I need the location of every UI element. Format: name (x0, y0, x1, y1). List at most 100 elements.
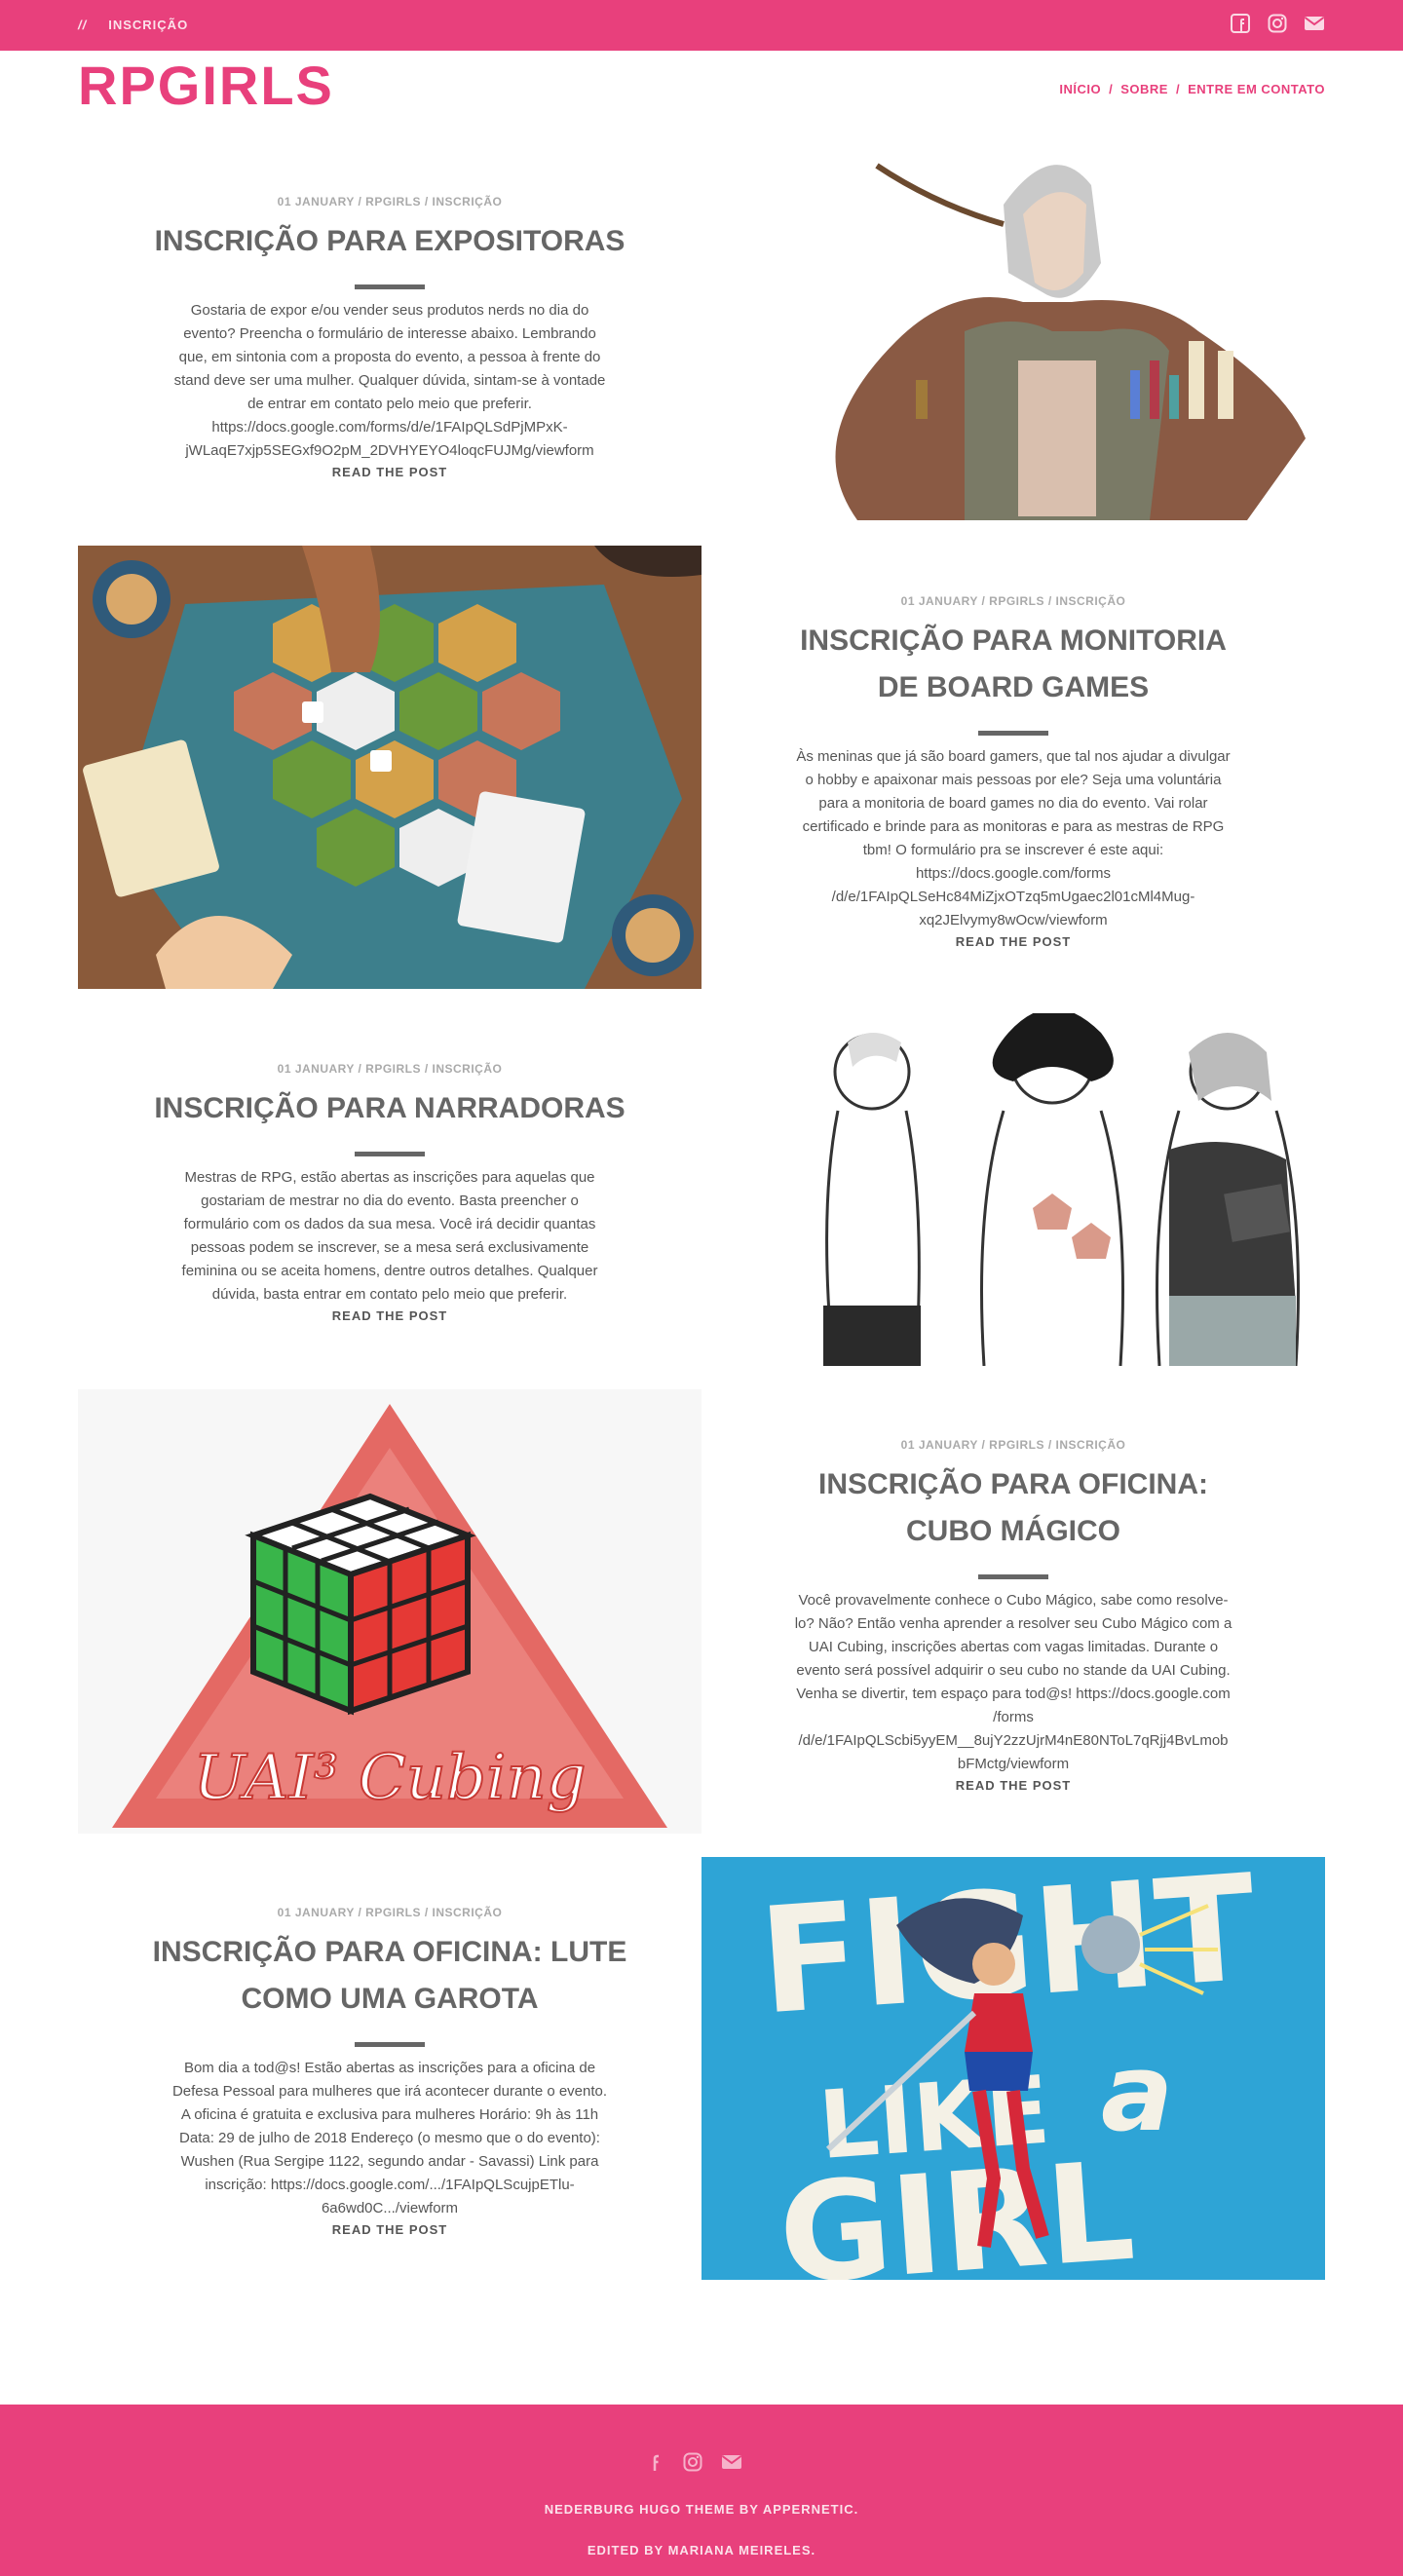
post-meta[interactable]: 01 JANUARY / RPGIRLS / INSCRIÇÃO (78, 195, 702, 208)
email-icon[interactable] (1304, 13, 1325, 34)
post-board-games: 01 JANUARY / RPGIRLS / INSCRIÇÃO INSCRIÇ… (740, 594, 1286, 949)
post-image-expositoras[interactable] (779, 146, 1325, 520)
post-lute-como-garota: 01 JANUARY / RPGIRLS / INSCRIÇÃO INSCRIÇ… (78, 1906, 702, 2237)
excerpt-line: tbm! O formulário pra se inscrever é est… (862, 842, 1164, 858)
excerpt-line: bFMctg/viewform (957, 1756, 1070, 1772)
post-meta[interactable]: 01 JANUARY / RPGIRLS / INSCRIÇÃO (78, 1062, 702, 1076)
excerpt-line: A oficina é gratuita e exclusiva para mu… (180, 2106, 599, 2123)
title-divider (355, 1152, 425, 1156)
poster-word-girl: GIRL (775, 2133, 1139, 2280)
excerpt-line: feminina ou se aceita homens, dentre out… (181, 1263, 598, 1279)
post-title-line[interactable]: INSCRIÇÃO PARA MONITORIA (740, 618, 1286, 664)
post-image-cubo-magico[interactable]: UAI³ Cubing (78, 1389, 702, 1834)
post-title-line[interactable]: DE BOARD GAMES (740, 664, 1286, 711)
excerpt-line: Você provavelmente conhece o Cubo Mágico… (798, 1592, 1229, 1609)
post-title-line[interactable]: COMO UMA GAROTA (78, 1976, 702, 2023)
excerpt-line: Mestras de RPG, estão abertas as inscriç… (184, 1169, 595, 1186)
excerpt-line: Às meninas que já são board gamers, que … (796, 748, 1231, 765)
post-excerpt: Gostaria de expor e/ou vender seus produ… (78, 299, 702, 463)
post-excerpt: Mestras de RPG, estão abertas as inscriç… (78, 1166, 702, 1307)
excerpt-line: Gostaria de expor e/ou vender seus produ… (190, 302, 589, 319)
nav-link-contato[interactable]: ENTRE EM CONTATO (1188, 82, 1325, 96)
nav-separator: / (1109, 82, 1114, 96)
edited-by-credit: EDITED BY MARIANA MEIRELES. (587, 2543, 816, 2557)
post-meta[interactable]: 01 JANUARY / RPGIRLS / INSCRIÇÃO (740, 1438, 1286, 1452)
title-divider (978, 731, 1048, 736)
excerpt-line: /forms (993, 1709, 1034, 1725)
email-icon[interactable] (721, 2451, 742, 2473)
read-post-link[interactable]: READ THE POST (78, 2222, 702, 2237)
facebook-icon[interactable] (643, 2451, 664, 2473)
post-image-narradoras[interactable] (779, 1013, 1325, 1366)
read-post-link[interactable]: READ THE POST (78, 1308, 702, 1323)
breadcrumb-separator: // (78, 18, 88, 32)
excerpt-line: que, em sintonia com a proposta do event… (178, 349, 601, 365)
excerpt-line: Venha se divertir, tem espaço para tod@s… (796, 1686, 1231, 1702)
post-title-line[interactable]: INSCRIÇÃO PARA NARRADORAS (78, 1085, 702, 1132)
nav-link-inicio[interactable]: INÍCIO (1059, 82, 1101, 96)
excerpt-line: gostariam de mestrar no dia do evento. B… (201, 1193, 579, 1209)
excerpt-line: xq2JElvymy8wOcw/viewform (919, 912, 1108, 928)
main-nav: INÍCIO / SOBRE / ENTRE EM CONTATO (1059, 82, 1325, 96)
instagram-icon[interactable] (682, 2451, 703, 2473)
excerpt-line: o hobby e apaixonar mais pessoas por ele… (805, 772, 1222, 788)
cubing-logo-text: UAI³ Cubing (193, 1742, 586, 1814)
excerpt-line: UAI Cubing, inscrições abertas com vagas… (808, 1639, 1219, 1655)
excerpt-line: pessoas podem se inscrever, se a mesa se… (190, 1239, 589, 1256)
excerpt-line: certificado e brinde para as monitoras e… (802, 818, 1225, 835)
excerpt-line: https://docs.google.com/forms (915, 865, 1112, 882)
post-excerpt: Bom dia a tod@s! Estão abertas as inscri… (78, 2057, 702, 2220)
post-excerpt: Às meninas que já são board gamers, que … (740, 745, 1286, 932)
post-title[interactable]: INSCRIÇÃO PARA OFICINA: LUTE COMO UMA GA… (78, 1929, 702, 2023)
post-title-line[interactable]: INSCRIÇÃO PARA OFICINA: (740, 1461, 1286, 1508)
excerpt-line: para a monitoria de board games no dia d… (818, 795, 1208, 812)
read-post-link[interactable]: READ THE POST (740, 934, 1286, 949)
excerpt-line: Wushen (Rua Sergipe 1122, segundo andar … (180, 2153, 599, 2170)
title-divider (978, 1574, 1048, 1579)
post-title-line[interactable]: INSCRIÇÃO PARA OFICINA: LUTE (78, 1929, 702, 1976)
post-image-board-games[interactable] (78, 546, 702, 989)
excerpt-line: evento? Preencha o formulário de interes… (183, 325, 596, 342)
title-divider (355, 284, 425, 289)
post-title[interactable]: INSCRIÇÃO PARA NARRADORAS (78, 1085, 702, 1132)
excerpt-line: Data: 29 de julho de 2018 Endereço (o me… (179, 2130, 600, 2146)
site-logo[interactable]: RPGIRLS (78, 54, 334, 117)
post-cubo-magico: 01 JANUARY / RPGIRLS / INSCRIÇÃO INSCRIÇ… (740, 1438, 1286, 1793)
post-meta[interactable]: 01 JANUARY / RPGIRLS / INSCRIÇÃO (740, 594, 1286, 608)
post-meta[interactable]: 01 JANUARY / RPGIRLS / INSCRIÇÃO (78, 1906, 702, 1919)
post-expositoras: 01 JANUARY / RPGIRLS / INSCRIÇÃO INSCRIÇ… (78, 195, 702, 479)
theme-credit[interactable]: NEDERBURG HUGO THEME BY APPERNETIC. (0, 2502, 1403, 2517)
post-excerpt: Você provavelmente conhece o Cubo Mágico… (740, 1589, 1286, 1776)
facebook-icon[interactable] (1230, 13, 1251, 34)
excerpt-line: inscrição: https://docs.google.com/.../1… (205, 2177, 575, 2193)
excerpt-line: evento será possível adquirir o seu cubo… (796, 1662, 1231, 1679)
post-narradoras: 01 JANUARY / RPGIRLS / INSCRIÇÃO INSCRIÇ… (78, 1062, 702, 1323)
site-footer: NEDERBURG HUGO THEME BY APPERNETIC. EDIT… (0, 2405, 1403, 2576)
social-links (1230, 13, 1325, 34)
breadcrumb-current[interactable]: INSCRIÇÃO (108, 18, 188, 32)
excerpt-line: Defesa Pessoal para mulheres que irá aco… (171, 2083, 608, 2100)
read-post-link[interactable]: READ THE POST (78, 465, 702, 479)
post-title[interactable]: INSCRIÇÃO PARA OFICINA: CUBO MÁGICO (740, 1461, 1286, 1555)
excerpt-line: /d/e/1FAIpQLSeHc84MiZjxOTzq5mUgaec2l01cM… (831, 889, 1195, 905)
post-title[interactable]: INSCRIÇÃO PARA MONITORIA DE BOARD GAMES (740, 618, 1286, 711)
read-post-link[interactable]: READ THE POST (740, 1778, 1286, 1793)
excerpt-line: dúvida, basta entrar em contato pelo mei… (211, 1286, 568, 1303)
excerpt-line: stand deve ser uma mulher. Qualquer dúvi… (173, 372, 606, 389)
instagram-icon[interactable] (1267, 13, 1288, 34)
excerpt-line: lo? Não? Então venha aprender a resolver… (794, 1615, 1232, 1632)
title-divider (355, 2042, 425, 2047)
excerpt-line: de entrar em contato pelo meio que prefe… (247, 396, 532, 412)
excerpt-line: https://docs.google.com/forms/d/e/1FAIpQ… (211, 419, 568, 436)
post-image-lute-como-garota[interactable]: FIGHT LIKE a GIRL (702, 1857, 1325, 2280)
footer-social-links (643, 2451, 742, 2473)
breadcrumb: // INSCRIÇÃO (78, 18, 188, 32)
post-title-line[interactable]: CUBO MÁGICO (740, 1508, 1286, 1555)
nav-link-sobre[interactable]: SOBRE (1120, 82, 1168, 96)
excerpt-line: jWLaqE7xjp5SEGxf9O2pM_2DVHYEYO4loqcFUJMg… (185, 442, 594, 459)
top-bar: // INSCRIÇÃO (0, 0, 1403, 51)
post-title[interactable]: INSCRIÇÃO PARA EXPOSITORAS (78, 218, 702, 265)
excerpt-line: /d/e/1FAIpQLScbi5yyEM__8ujY2zzUjrM4nE80N… (798, 1732, 1229, 1749)
excerpt-line: Bom dia a tod@s! Estão abertas as inscri… (183, 2060, 596, 2076)
post-title-line[interactable]: INSCRIÇÃO PARA EXPOSITORAS (78, 218, 702, 265)
